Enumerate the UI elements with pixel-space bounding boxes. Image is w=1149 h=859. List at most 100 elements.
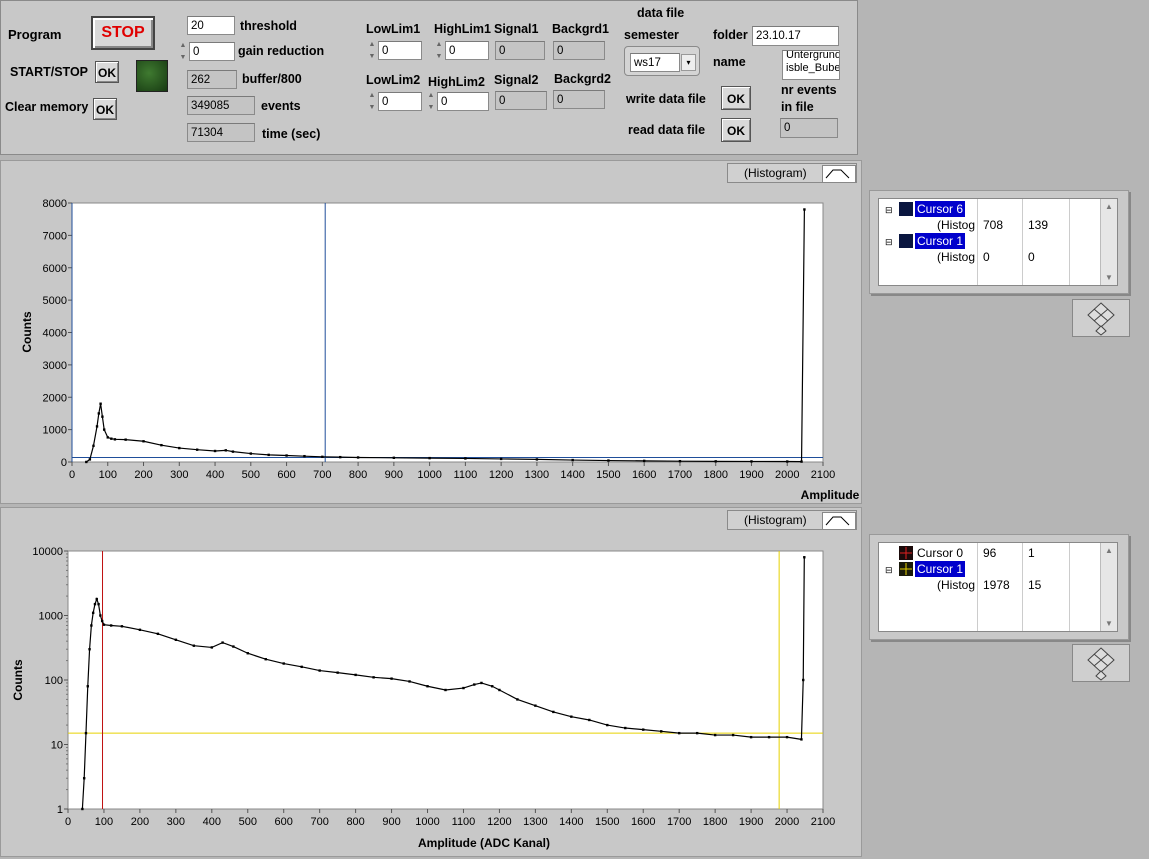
graph1-cursor-list[interactable]: ⊟ Cursor 6 (Histog 708 139 ⊟ Cursor 1 (H… — [878, 198, 1118, 286]
chevron-down-icon[interactable]: ▾ — [681, 54, 696, 71]
x-tick-label: 300 — [167, 816, 185, 828]
data-point — [213, 449, 217, 453]
data-point — [785, 735, 789, 739]
data-point — [731, 733, 735, 737]
diamond-navigation-icon — [1087, 302, 1115, 336]
y-tick-label: 6000 — [43, 263, 67, 275]
lowlim1-input[interactable]: 0 — [378, 41, 422, 60]
cursor-y-value: 1 — [1028, 546, 1035, 560]
cursor-row[interactable]: ⊟ Cursor 1 — [885, 561, 966, 577]
highlim1-input[interactable]: 0 — [445, 41, 489, 60]
plot-area — [67, 550, 824, 810]
x-tick-label: 1300 — [525, 469, 549, 481]
graph2-histogram[interactable]: 0 100 200 300 400 500 600 700 800 900 1000 1100 1200… — [0, 530, 862, 857]
data-point — [642, 728, 645, 731]
data-point — [101, 415, 104, 418]
cursor-row[interactable]: ⊟ Cursor 6 — [885, 201, 966, 217]
cursor-row[interactable]: ⊟ Cursor 1 — [885, 233, 966, 249]
data-point — [88, 648, 91, 651]
x-tick-label: 400 — [203, 816, 221, 828]
x-tick-label: 500 — [239, 816, 257, 828]
data-point — [192, 644, 196, 647]
folder-input[interactable]: 23.10.17 — [752, 26, 839, 46]
graph2-cursor-move-button[interactable] — [1072, 644, 1130, 682]
threshold-input[interactable]: 20 — [187, 16, 235, 35]
read-file-ok-button[interactable]: OK — [721, 118, 751, 142]
semester-label: semester — [624, 28, 679, 42]
graph2-legend[interactable]: (Histogram) — [727, 510, 857, 530]
graph1-histogram[interactable]: 0 100 200 300 400 500 600 700 800 900 1000 1100 1200… — [0, 180, 862, 504]
data-point — [803, 556, 806, 559]
highlim2-spinner[interactable]: ▲ ▼ — [426, 90, 436, 114]
y-tick-label: 10 — [51, 740, 63, 752]
x-tick-label: 900 — [382, 816, 400, 828]
cursor-x-value: 96 — [983, 546, 997, 560]
data-point — [178, 446, 181, 450]
data-point — [713, 733, 717, 737]
highlim1-spinner[interactable]: ▲ ▼ — [434, 39, 444, 63]
clear-memory-ok-button[interactable]: OK — [93, 98, 117, 120]
x-tick-label: 0 — [65, 816, 71, 828]
write-file-label: write data file — [626, 92, 706, 106]
data-point — [160, 443, 163, 447]
name-line-1: Untergrund_N — [786, 50, 839, 61]
name-input[interactable]: Untergrund_N isble_Bubeck — [782, 50, 840, 80]
data-point — [84, 731, 88, 735]
startstop-ok-button[interactable]: OK — [95, 61, 119, 83]
x-tick-label: 2100 — [811, 816, 835, 828]
threshold-label: threshold — [240, 19, 297, 33]
highlim2-input[interactable]: 0 — [437, 92, 489, 111]
data-point — [109, 624, 113, 627]
data-point — [491, 685, 494, 688]
cursor-list-scrollbar[interactable]: ▲ ▼ — [1100, 199, 1117, 285]
cursor-plot-row: (Histog — [937, 218, 976, 232]
semester-select[interactable]: ws17 — [630, 53, 680, 72]
lowlim1-label: LowLim1 — [366, 22, 421, 36]
cursor-list-scrollbar[interactable]: ▲ ▼ — [1100, 543, 1117, 631]
x-tick-label: 1300 — [523, 816, 547, 828]
data-point — [516, 698, 519, 701]
data-point — [97, 412, 101, 415]
time-display: 71304 — [187, 123, 255, 142]
x-tick-label: 700 — [310, 816, 328, 828]
x-tick-label: 0 — [69, 469, 75, 481]
gain-input[interactable]: 0 — [189, 42, 235, 61]
graph2-cursor-list[interactable]: Cursor 0 96 1 ⊟ Cursor 1 (Histog 1978 15… — [878, 542, 1118, 632]
data-point — [95, 597, 98, 601]
y-axis-label: Counts — [11, 659, 25, 701]
data-point — [408, 680, 411, 683]
buffer-display: 262 — [187, 70, 237, 89]
x-tick-label: 400 — [206, 469, 224, 481]
cursor-swatch-icon — [899, 546, 913, 560]
lowlim2-input[interactable]: 0 — [378, 92, 422, 111]
cursor-name: Cursor 0 — [917, 546, 964, 560]
data-point — [81, 807, 84, 811]
y-tick-label: 5000 — [43, 295, 67, 307]
data-point — [535, 458, 539, 461]
lowlim1-spinner[interactable]: ▲ ▼ — [367, 39, 377, 63]
data-point — [802, 678, 805, 682]
x-tick-label: 100 — [95, 816, 113, 828]
data-point — [444, 688, 447, 692]
stop-button[interactable]: STOP — [91, 16, 155, 50]
highlim2-label: HighLim2 — [428, 75, 485, 89]
x-tick-label: 700 — [313, 469, 331, 481]
write-file-ok-button[interactable]: OK — [721, 86, 751, 110]
data-point — [97, 602, 100, 606]
data-point — [93, 602, 97, 606]
lowlim2-spinner[interactable]: ▲ ▼ — [367, 90, 377, 114]
events-display: 349085 — [187, 96, 255, 115]
graph1-cursor-move-button[interactable] — [1072, 299, 1130, 337]
cursor-y-value: 139 — [1028, 218, 1049, 232]
x-axis-label: Amplitude — [801, 488, 860, 502]
data-point — [88, 458, 92, 461]
data-point — [786, 460, 789, 463]
cursor-swatch-icon — [899, 234, 913, 248]
startstop-label: START/STOP — [10, 65, 89, 79]
data-point — [246, 652, 249, 655]
plot-style-icon[interactable] — [822, 512, 856, 530]
gain-spinner[interactable]: ▲ ▼ — [178, 40, 188, 64]
data-point — [339, 455, 342, 459]
x-tick-label: 1500 — [595, 816, 619, 828]
x-tick-label: 1000 — [417, 469, 441, 481]
